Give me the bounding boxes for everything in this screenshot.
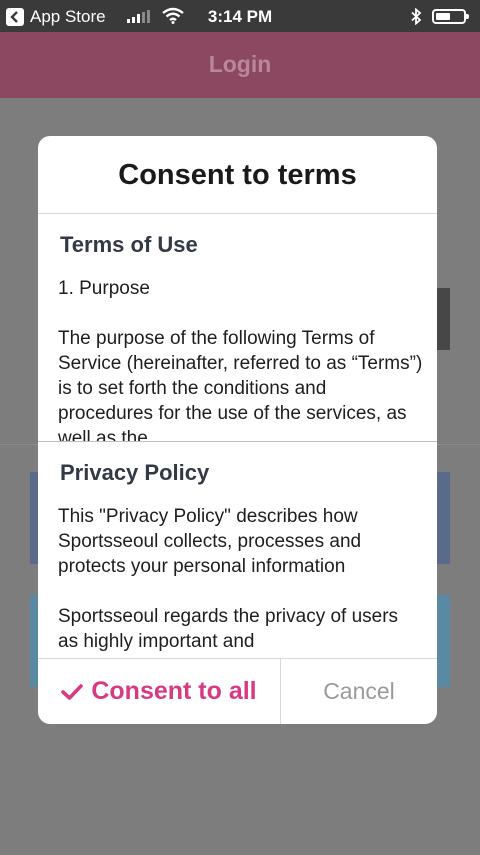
- dialog-title: Consent to terms: [38, 136, 437, 214]
- terms-paragraph: The purpose of the following Terms of Se…: [58, 328, 423, 442]
- cancel-label: Cancel: [323, 678, 395, 704]
- privacy-body: This "Privacy Policy" describes how Spor…: [58, 504, 423, 658]
- terms-heading: Terms of Use: [60, 232, 198, 257]
- battery-icon: [432, 9, 469, 24]
- nav-bar: Login: [0, 32, 480, 98]
- terms-body: 1. Purpose The purpose of the following …: [58, 276, 423, 442]
- consent-to-all-button[interactable]: Consent to all: [38, 659, 281, 724]
- privacy-paragraph: Sportsseoul regards the privacy of users…: [58, 606, 399, 652]
- privacy-paragraph: This "Privacy Policy" describes how Spor…: [58, 506, 362, 577]
- terms-paragraph: 1. Purpose: [58, 278, 150, 299]
- checkmark-icon: [61, 683, 84, 701]
- status-time: 3:14 PM: [207, 7, 273, 26]
- background-panel: [436, 288, 450, 350]
- dialog-buttons: Consent to all Cancel: [38, 658, 437, 724]
- privacy-policy-section[interactable]: Privacy Policy This "Privacy Policy" des…: [38, 442, 437, 658]
- bluetooth-icon: [410, 7, 422, 30]
- privacy-heading: Privacy Policy: [60, 460, 210, 485]
- status-bar: App Store 3:14 PM: [0, 0, 480, 32]
- terms-of-use-section[interactable]: Terms of Use 1. Purpose The purpose of t…: [38, 214, 437, 442]
- cancel-button[interactable]: Cancel: [281, 659, 437, 724]
- consent-label: Consent to all: [91, 677, 257, 705]
- nav-title: Login: [208, 51, 272, 77]
- consent-dialog: Consent to terms Terms of Use 1. Purpose…: [38, 136, 437, 724]
